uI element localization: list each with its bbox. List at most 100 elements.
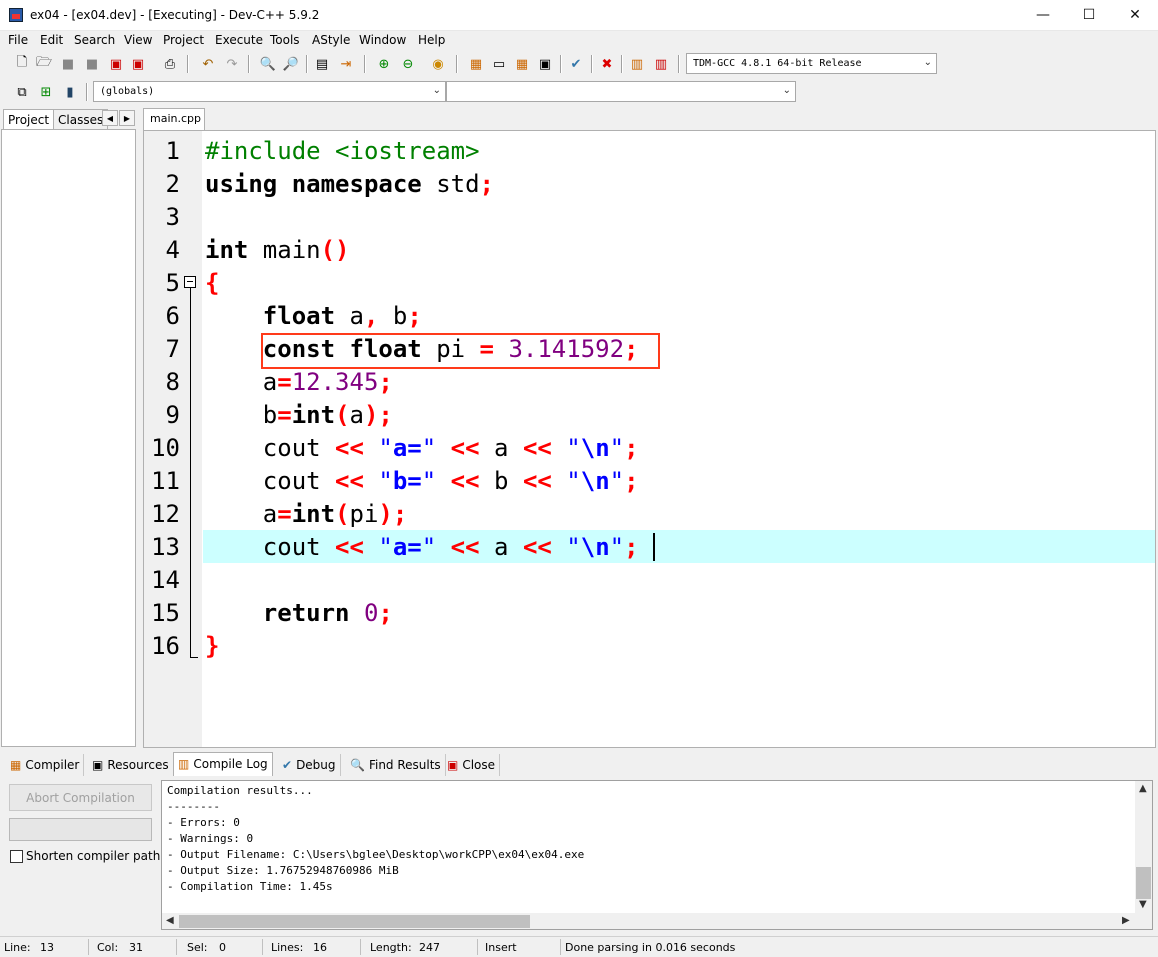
menu-astyle[interactable]: AStyle [312,33,350,47]
menu-view[interactable]: View [124,33,152,47]
tab-close[interactable]: ▣ Close [443,754,501,776]
stop-execution-icon[interactable]: ✖ [597,54,617,74]
line-number: 13 [151,533,180,561]
tab-scroll-right-icon[interactable]: ▶ [119,110,135,126]
log-vertical-scroll-thumb[interactable] [1136,867,1151,899]
menu-file[interactable]: File [8,33,28,47]
open-project-icon[interactable]: 🗁 [34,54,54,74]
print-icon[interactable]: ⎙ [160,54,180,74]
code-line-11: cout << "b=" << b << "\n"; [205,467,639,495]
status-lines-label: Lines: [271,941,304,954]
status-separator [262,939,263,955]
run-icon[interactable]: ▭ [489,54,509,74]
menu-edit[interactable]: Edit [40,33,63,47]
find-icon[interactable]: 🔍 [258,54,278,74]
status-line-label: Line: [4,941,31,954]
new-file-icon[interactable]: 🗋 [12,54,32,74]
tab-scroll-left-icon[interactable]: ◀ [102,110,118,126]
debug-icon: ✔ [282,758,293,772]
line-number: 14 [151,566,180,594]
menu-help[interactable]: Help [418,33,445,47]
close-file-icon[interactable]: ▣ [106,54,126,74]
line-number: 1 [165,137,180,165]
fold-guide-line [190,288,191,657]
log-horizontal-scroll-thumb[interactable] [179,915,530,928]
compile-log-output[interactable]: Compilation results... -------- - Errors… [161,780,1153,930]
code-editor[interactable]: 1 2 3 4 5 6 7 8 9 10 11 12 13 14 15 16 #… [143,130,1156,748]
log-line: - Output Filename: C:\Users\bglee\Deskto… [167,848,585,861]
save-all-icon[interactable]: ■ [82,54,102,74]
status-separator [88,939,89,955]
profile-icon[interactable]: ▥ [627,54,647,74]
close-window-button[interactable]: ✕ [1112,0,1158,30]
menu-execute[interactable]: Execute [215,33,263,47]
save-icon[interactable]: ■ [58,54,78,74]
scroll-up-icon[interactable]: ▲ [1139,783,1147,794]
status-separator [477,939,478,955]
compile-icon[interactable]: ▦ [466,54,486,74]
tab-find-results[interactable]: 🔍 Find Results [346,754,446,776]
tab-debug[interactable]: ✔ Debug [278,754,341,776]
log-line: - Output Size: 1.76752948760986 MiB [167,864,399,877]
status-length-value: 247 [419,941,440,954]
insert-icon[interactable]: ⧉ [12,82,32,102]
title-bar: ex04 - [ex04.dev] - [Executing] - Dev-C+… [0,0,1158,31]
fold-collapse-icon[interactable] [184,276,196,288]
tab-compiler[interactable]: ▦ Compiler [6,754,85,776]
tab-main-cpp[interactable]: main.cpp [143,108,205,130]
tab-project[interactable]: Project [3,109,55,129]
menu-project[interactable]: Project [163,33,204,47]
syntax-check-icon[interactable]: ✔ [566,54,586,74]
project-options-icon[interactable]: ◉ [428,54,448,74]
maximize-button[interactable]: ☐ [1066,0,1112,30]
log-line: - Warnings: 0 [167,832,254,845]
rebuild-all-icon[interactable]: ▣ [535,54,555,74]
function-select[interactable]: ⌄ [446,81,796,102]
project-tree[interactable] [1,129,136,747]
menu-search[interactable]: Search [74,33,115,47]
devcpp-app-icon [9,8,23,22]
indent-icon[interactable]: ▤ [312,54,332,74]
status-bar: Line: 13 Col: 31 Sel: 0 Lines: 16 Length… [0,936,1158,957]
line-number: 9 [165,401,180,429]
line-number-gutter: 1 2 3 4 5 6 7 8 9 10 11 12 13 14 15 16 [144,131,202,747]
project-panel: Project Classes ◀ ▶ [0,108,138,748]
goto-line-icon[interactable]: ⇥ [336,54,356,74]
scroll-down-icon[interactable]: ▼ [1139,899,1147,910]
class-toolbar: ⧉ ⊞ ▮ (globals) ⌄ ⌄ [0,79,800,105]
compiler-select[interactable]: TDM-GCC 4.8.1 64-bit Release ⌄ [686,53,937,74]
replace-icon[interactable]: 🔎 [281,54,301,74]
menu-tools[interactable]: Tools [270,33,300,47]
abort-compilation-button[interactable]: Abort Compilation [9,784,152,811]
menu-window[interactable]: Window [359,33,406,47]
line-number: 3 [165,203,180,231]
log-line: -------- [167,800,220,813]
tab-compile-log[interactable]: ▥ Compile Log [173,752,273,776]
chevron-down-icon: ⌄ [432,85,441,96]
goto-bookmark-icon[interactable]: ▮ [60,82,80,102]
status-separator [176,939,177,955]
toggle-bookmark-icon[interactable]: ⊞ [36,82,56,102]
tab-classes[interactable]: Classes [53,109,109,129]
minimize-button[interactable]: — [1020,0,1066,30]
tab-resources[interactable]: ▣ Resources [88,754,174,776]
remove-from-project-icon[interactable]: ⊖ [398,54,418,74]
undo-icon[interactable]: ↶ [198,54,218,74]
compile-run-icon[interactable]: ▦ [512,54,532,74]
chevron-down-icon: ⌄ [923,57,932,68]
scroll-left-icon[interactable]: ◀ [166,915,174,926]
shorten-paths-label: Shorten compiler paths [26,849,167,863]
code-line-12: a=int(pi); [205,500,408,528]
shorten-paths-checkbox[interactable] [10,850,23,863]
close-all-icon[interactable]: ▣ [128,54,148,74]
add-to-project-icon[interactable]: ⊕ [374,54,394,74]
scroll-right-icon[interactable]: ▶ [1122,915,1130,926]
delete-profile-icon[interactable]: ▥ [651,54,671,74]
line-number: 10 [151,434,180,462]
status-col-label: Col: [97,941,119,954]
log-line: - Errors: 0 [167,816,240,829]
scope-select[interactable]: (globals) ⌄ [93,81,446,102]
redo-icon[interactable]: ↷ [222,54,242,74]
toolbar-separator [364,55,366,73]
status-separator [360,939,361,955]
